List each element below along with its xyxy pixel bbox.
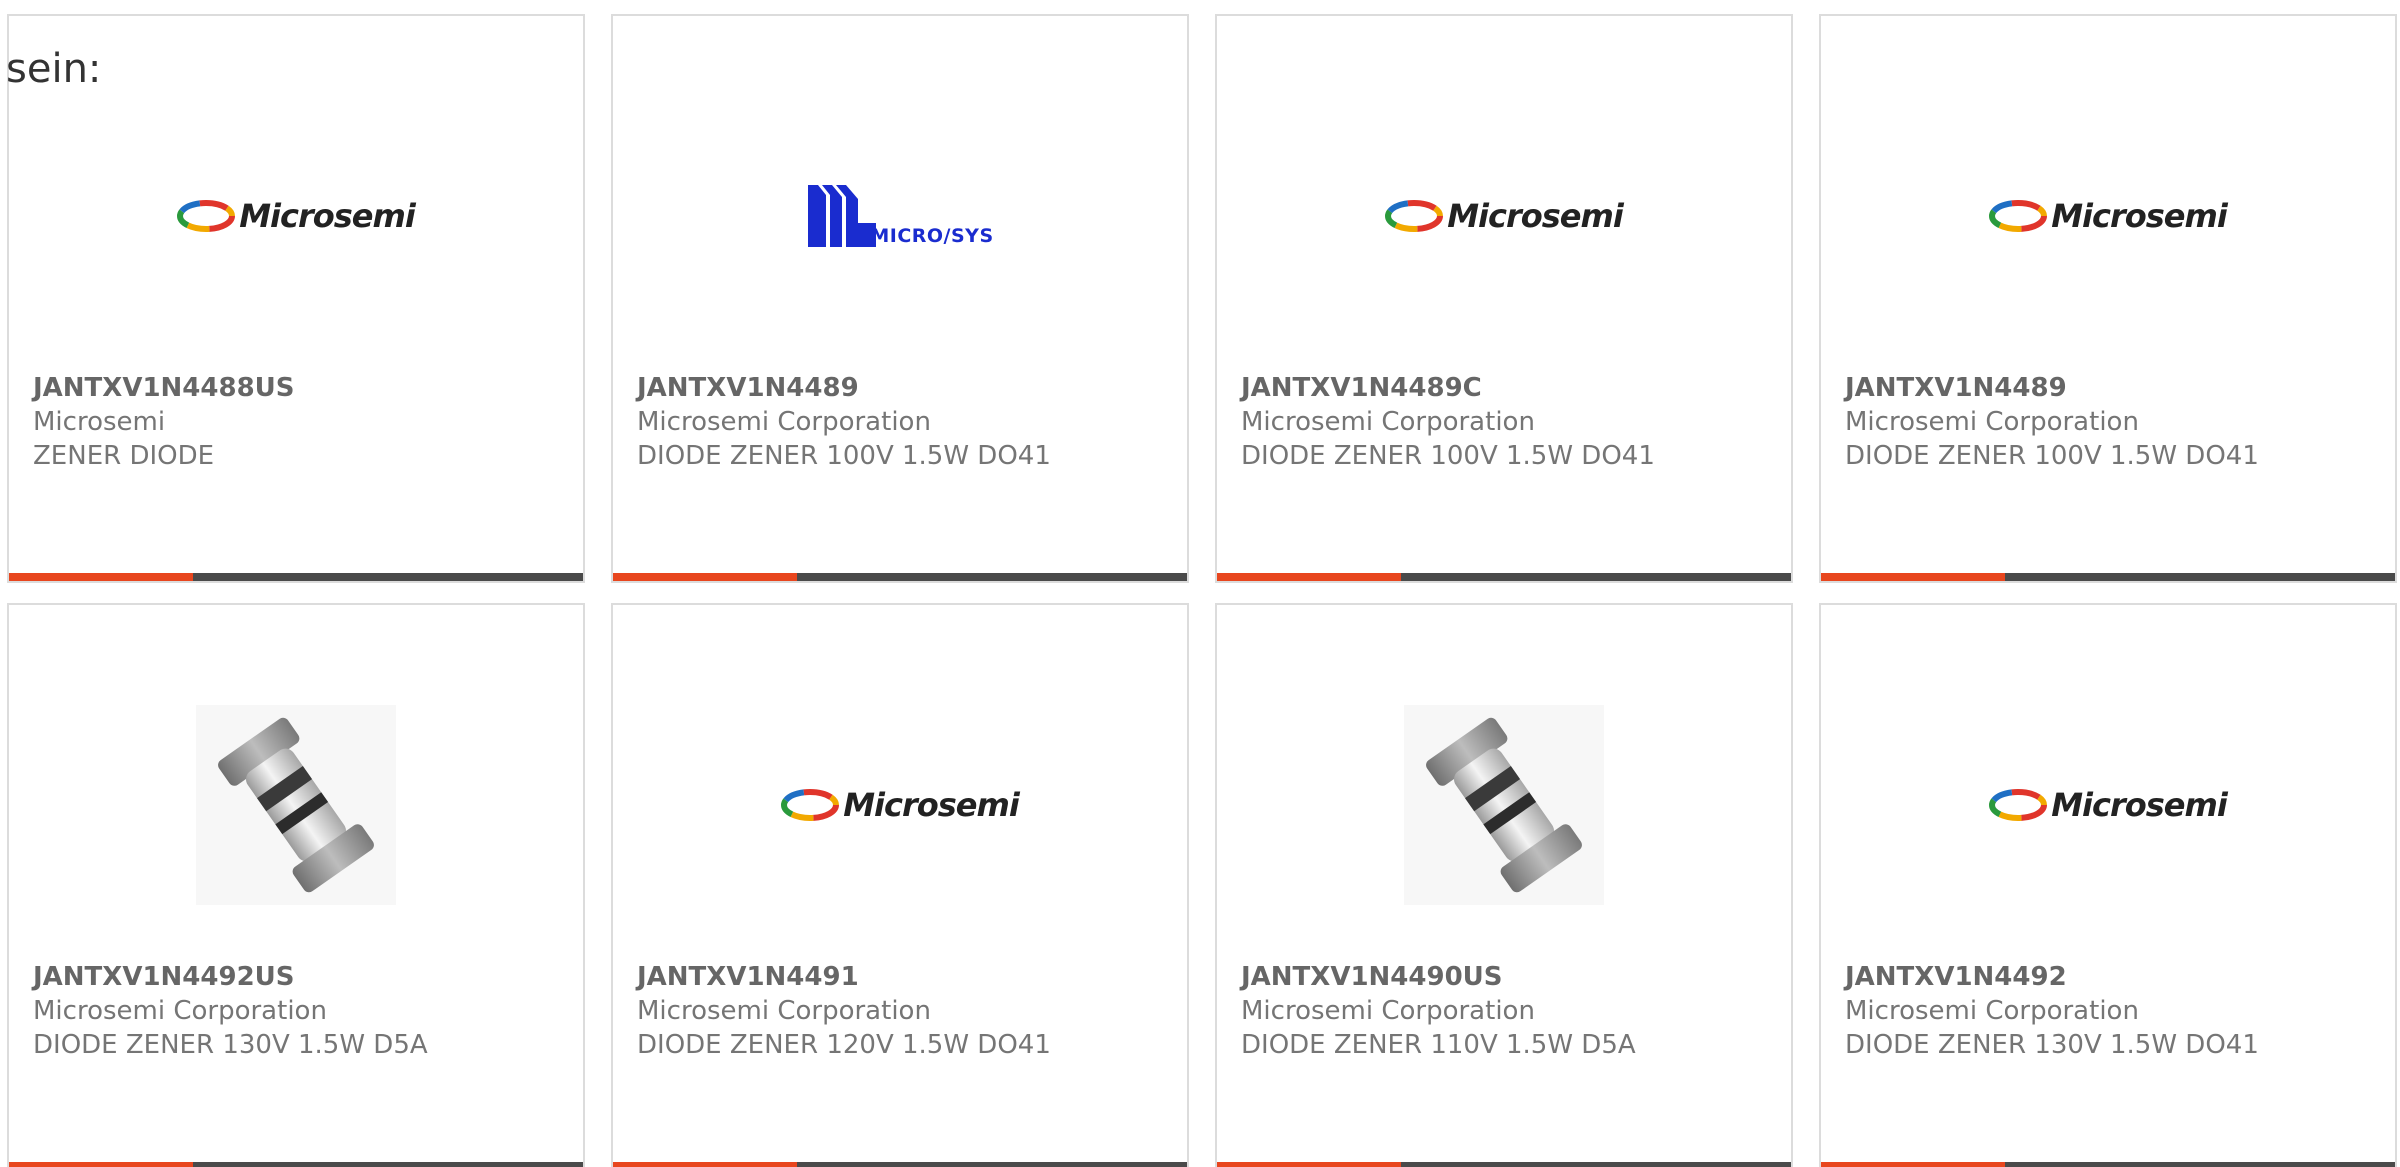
product-card[interactable]: Microsemi JANTXV1N4491 Microsemi Corporati…: [611, 603, 1189, 1167]
microsemi-swirl-icon: [1385, 200, 1444, 232]
product-thumbnail[interactable]: Microsemi: [613, 705, 1187, 905]
microsemi-logo-text: Microsemi: [843, 786, 1020, 824]
microsemi-logo: Microsemi: [781, 786, 1020, 824]
part-number-link[interactable]: JANTXV1N4489: [1845, 371, 2379, 405]
card-accent-strip: [1821, 573, 2005, 581]
part-number-link[interactable]: JANTXV1N4492: [1845, 960, 2379, 994]
card-bottom-bar: [1217, 573, 1791, 581]
card-bottom-bar: [613, 573, 1187, 581]
manufacturer-name: Microsemi Corporation: [1845, 407, 2139, 437]
intro-text: sein:: [6, 46, 102, 92]
product-card[interactable]: JANTXV1N4492US Microsemi Corporation DIODE…: [7, 603, 585, 1167]
product-card[interactable]: Microsemi JANTXV1N4489C Microsemi Corporat…: [1215, 14, 1793, 583]
product-description: DIODE ZENER 110V 1.5W D5A: [1241, 1030, 1636, 1060]
microsemi-logo-text: Microsemi: [1447, 197, 1624, 235]
product-info: JANTXV1N4489 Microsemi Corporation DIODE Z…: [637, 371, 1171, 473]
manufacturer-name: Microsemi Corporation: [1241, 407, 1535, 437]
microsemi-logo-text: Microsemi: [239, 197, 416, 235]
manufacturer-name: Microsemi Corporation: [33, 996, 327, 1026]
microsemi-logo: Microsemi: [177, 197, 416, 235]
card-bottom-bar: [613, 1162, 1187, 1167]
product-info: JANTXV1N4489C Microsemi Corporation DIODE …: [1241, 371, 1775, 473]
product-thumbnail[interactable]: Microsemi: [9, 116, 583, 316]
product-grid-page: sein: Microsemi JANTXV1N4488US Microsemi ZE…: [0, 0, 2400, 1167]
part-number-link[interactable]: JANTXV1N4489: [637, 371, 1171, 405]
card-bottom-bar: [1217, 1162, 1791, 1167]
product-card[interactable]: Microsemi JANTXV1N4488US Microsemi ZENER DI…: [7, 14, 585, 583]
product-thumbnail[interactable]: [9, 705, 583, 905]
part-number-link[interactable]: JANTXV1N4492US: [33, 960, 567, 994]
product-card[interactable]: MICRO/SYS JANTXV1N4489 Microsemi Corporati…: [611, 14, 1189, 583]
product-thumbnail[interactable]: Microsemi: [1821, 705, 2395, 905]
part-number-link[interactable]: JANTXV1N4490US: [1241, 960, 1775, 994]
card-bottom-bar: [1821, 573, 2395, 581]
microsemi-swirl-icon: [177, 200, 236, 232]
card-bottom-bar: [9, 573, 583, 581]
card-accent-strip: [1217, 1162, 1401, 1167]
product-info: JANTXV1N4490US Microsemi Corporation DIODE…: [1241, 960, 1775, 1062]
microsemi-swirl-icon: [1989, 789, 2048, 821]
manufacturer-name: Microsemi Corporation: [637, 407, 931, 437]
microsemi-logo-text: Microsemi: [2051, 197, 2228, 235]
product-card[interactable]: Microsemi JANTXV1N4492 Microsemi Corporati…: [1819, 603, 2397, 1167]
card-bottom-bar: [9, 1162, 583, 1167]
diode-product-image: [196, 705, 396, 905]
microsys-mark-icon: [808, 185, 877, 247]
card-accent-strip: [9, 573, 193, 581]
card-accent-strip: [613, 1162, 797, 1167]
product-info: JANTXV1N4489 Microsemi Corporation DIODE Z…: [1845, 371, 2379, 473]
product-info: JANTXV1N4491 Microsemi Corporation DIODE Z…: [637, 960, 1171, 1062]
product-thumbnail[interactable]: Microsemi: [1821, 116, 2395, 316]
product-description: DIODE ZENER 130V 1.5W DO41: [1845, 1030, 2259, 1060]
part-number-link[interactable]: JANTXV1N4489C: [1241, 371, 1775, 405]
card-accent-strip: [9, 1162, 193, 1167]
microsemi-logo: Microsemi: [1385, 197, 1624, 235]
diode-product-image: [1404, 705, 1604, 905]
product-card[interactable]: Microsemi JANTXV1N4489 Microsemi Corporati…: [1819, 14, 2397, 583]
product-thumbnail[interactable]: MICRO/SYS: [613, 116, 1187, 316]
manufacturer-name: Microsemi: [33, 407, 166, 437]
card-accent-strip: [1217, 573, 1401, 581]
product-grid: Microsemi JANTXV1N4488US Microsemi ZENER DI…: [0, 0, 2400, 1167]
product-description: DIODE ZENER 120V 1.5W DO41: [637, 1030, 1051, 1060]
product-info: JANTXV1N4488US Microsemi ZENER DIODE: [33, 371, 567, 473]
microsemi-swirl-icon: [1989, 200, 2048, 232]
product-description: DIODE ZENER 100V 1.5W DO41: [637, 441, 1051, 471]
card-accent-strip: [613, 573, 797, 581]
card-bottom-bar: [1821, 1162, 2395, 1167]
product-description: DIODE ZENER 100V 1.5W DO41: [1845, 441, 2259, 471]
manufacturer-name: Microsemi Corporation: [1241, 996, 1535, 1026]
product-description: DIODE ZENER 130V 1.5W D5A: [33, 1030, 428, 1060]
product-thumbnail[interactable]: [1217, 705, 1791, 905]
card-accent-strip: [1821, 1162, 2005, 1167]
product-card[interactable]: JANTXV1N4490US Microsemi Corporation DIODE…: [1215, 603, 1793, 1167]
part-number-link[interactable]: JANTXV1N4488US: [33, 371, 567, 405]
microsys-logo-text: MICRO/SYS: [870, 225, 994, 247]
product-thumbnail[interactable]: Microsemi: [1217, 116, 1791, 316]
part-number-link[interactable]: JANTXV1N4491: [637, 960, 1171, 994]
microsemi-logo: Microsemi: [1989, 786, 2228, 824]
product-info: JANTXV1N4492US Microsemi Corporation DIODE…: [33, 960, 567, 1062]
product-description: DIODE ZENER 100V 1.5W DO41: [1241, 441, 1655, 471]
microsemi-logo-text: Microsemi: [2051, 786, 2228, 824]
product-description: ZENER DIODE: [33, 441, 215, 471]
microsemi-logo: Microsemi: [1989, 197, 2228, 235]
manufacturer-name: Microsemi Corporation: [1845, 996, 2139, 1026]
microsemi-swirl-icon: [781, 789, 840, 821]
product-info: JANTXV1N4492 Microsemi Corporation DIODE Z…: [1845, 960, 2379, 1062]
microsys-logo: MICRO/SYS: [806, 185, 993, 247]
manufacturer-name: Microsemi Corporation: [637, 996, 931, 1026]
